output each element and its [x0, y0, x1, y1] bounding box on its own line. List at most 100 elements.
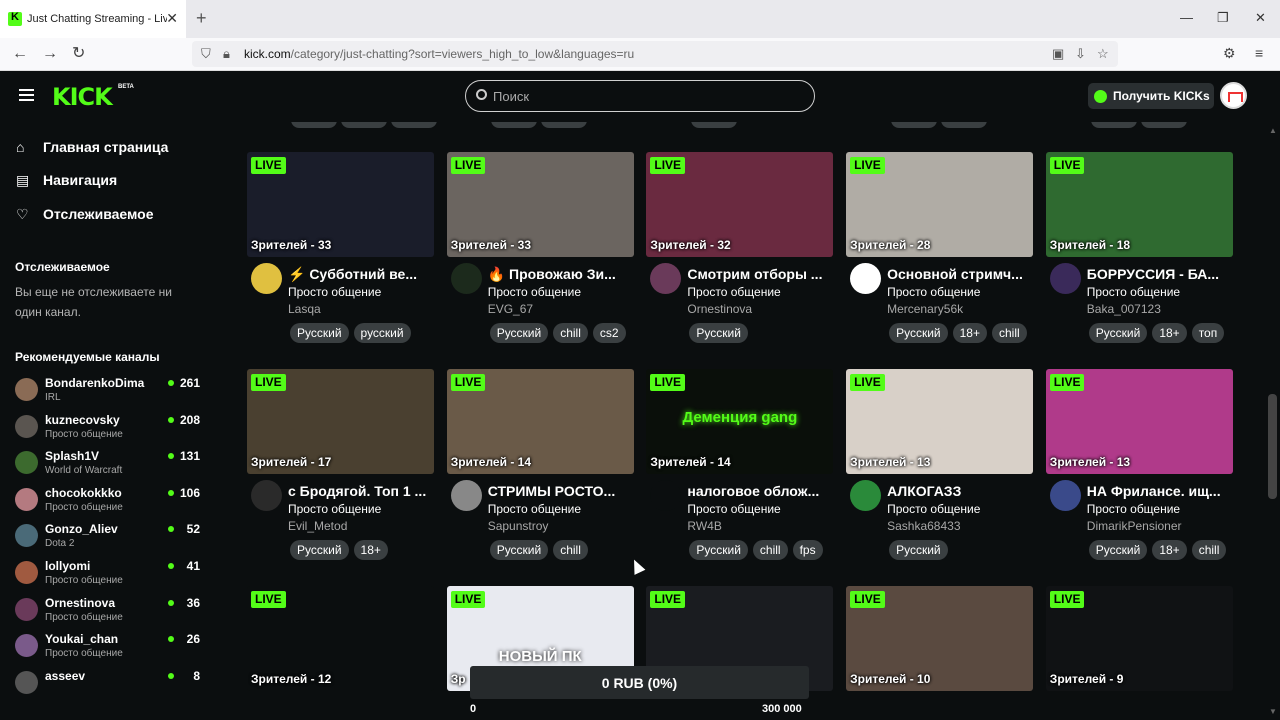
avatar[interactable]	[1049, 480, 1081, 511]
stream-card[interactable]: LIVE Зрителей - 12	[247, 586, 434, 691]
stream-title[interactable]: ⚡ Субботний ве...	[288, 266, 434, 283]
restore-icon[interactable]: ❐	[1217, 10, 1229, 26]
address-bar[interactable]: ⛉ 🔒︎ kick.com/category/just-chatting?sor…	[192, 41, 1118, 67]
recommended-channel[interactable]: asseev 8	[15, 669, 200, 705]
tag-chip[interactable]: Русский	[290, 540, 349, 560]
streamer-name[interactable]: Baka_007123	[1087, 302, 1161, 316]
avatar[interactable]	[850, 480, 882, 511]
hamburger-menu-icon[interactable]	[19, 89, 34, 101]
sidebar-item-browse[interactable]: ▤ Навигация	[16, 170, 117, 190]
stream-card[interactable]: LIVE Зрителей - 28 Основной стримч... Прост…	[846, 152, 1034, 357]
tag-chip[interactable]: chill	[991, 323, 1027, 343]
streamer-name[interactable]: DimarikPensioner	[1087, 519, 1182, 533]
close-tab-icon[interactable]: ✕	[166, 11, 178, 25]
tag-chip[interactable]	[491, 122, 537, 128]
avatar[interactable]	[251, 263, 282, 294]
tag-chip[interactable]	[1141, 122, 1187, 128]
stream-category[interactable]: Просто общение	[1087, 285, 1180, 299]
tag-chip[interactable]	[341, 122, 387, 128]
reload-icon[interactable]: ↻	[72, 44, 85, 64]
search-input[interactable]: Поиск	[465, 80, 815, 112]
tag-chip[interactable]	[1091, 122, 1137, 128]
stream-title[interactable]: БОРРУССИЯ - БА...	[1087, 266, 1233, 282]
stream-card[interactable]: LIVE Зрителей - 13 НА Фрилансе. ищ... Прост…	[1045, 369, 1233, 574]
stream-thumbnail[interactable]: LIVE Зрителей - 13	[1045, 369, 1233, 474]
tag-chip[interactable]: Русский	[1088, 540, 1148, 560]
recommended-channel[interactable]: Gonzo_Aliev Dota 2 52	[15, 522, 200, 558]
stream-title[interactable]: 🔥 Провожаю Зи...	[488, 266, 634, 283]
streamer-name[interactable]: RW4B	[687, 519, 721, 533]
avatar[interactable]	[650, 480, 682, 511]
tag-chip[interactable]	[691, 122, 737, 128]
sidebar-item-following[interactable]: ♡ Отслеживаемое	[16, 204, 154, 224]
tag-chip[interactable]: Русский	[889, 540, 948, 560]
stream-card[interactable]: LIVE Зрителей - 14 СТРИМЫ РОСТО... Просто о…	[446, 369, 634, 574]
tag-chip[interactable]: 18+	[353, 540, 388, 560]
picture-in-picture-icon[interactable]: ▣	[1052, 46, 1064, 62]
bookmark-star-icon[interactable]: ☆	[1097, 46, 1109, 62]
stream-thumbnail[interactable]: LIVE Зрителей - 14	[446, 369, 634, 474]
stream-card[interactable]: LIVE Зрителей - 32 Смотрим отборы ... Прост…	[646, 152, 834, 357]
streamer-name[interactable]: Lasqa	[288, 302, 321, 316]
avatar[interactable]	[1049, 263, 1081, 294]
stream-thumbnail[interactable]: LIVE Зрителей - 32	[646, 152, 834, 257]
tag-chip[interactable]: Русский	[689, 540, 748, 560]
recommended-channel[interactable]: lollyomi Просто общение 41	[15, 559, 200, 595]
tag-chip[interactable]: chill	[553, 540, 588, 560]
streamer-name[interactable]: Mercenary56k	[887, 302, 963, 316]
stream-category[interactable]: Просто общение	[887, 285, 980, 299]
stream-title[interactable]: АЛКОГАЗЗ	[887, 483, 1033, 499]
lock-icon[interactable]: 🔒︎	[223, 46, 230, 62]
save-page-icon[interactable]: ⇩	[1075, 46, 1086, 62]
tag-chip[interactable]: cs2	[592, 323, 626, 343]
stream-card[interactable]: LIVE Зрителей - 18 БОРРУССИЯ - БА... Просто…	[1045, 152, 1233, 357]
stream-card[interactable]: LIVE Деменция gang Зрителей - 14 налоговое …	[646, 369, 834, 574]
streamer-name[interactable]: EVG_67	[488, 302, 533, 316]
stream-thumbnail[interactable]: LIVE Зрителей - 12	[247, 586, 434, 691]
url-text[interactable]: kick.com/category/just-chatting?sort=vie…	[244, 47, 634, 61]
recommended-channel[interactable]: chocokokkko Просто общение 106	[15, 486, 200, 522]
scroll-up-icon[interactable]: ▲	[1269, 126, 1277, 135]
tag-chip[interactable]: 18+	[1152, 540, 1187, 560]
avatar[interactable]	[450, 480, 482, 511]
recommended-channel[interactable]: Ornestinova Просто общение 36	[15, 596, 200, 632]
avatar[interactable]	[251, 480, 282, 511]
stream-category[interactable]: Просто общение	[887, 502, 980, 516]
tag-chip[interactable]	[541, 122, 587, 128]
stream-card[interactable]: LIVE Зрителей - 17 с Бродягой. Топ 1 ... Пр…	[247, 369, 434, 574]
stream-thumbnail[interactable]: LIVE Зрителей - 10	[846, 586, 1034, 691]
page-scrollbar[interactable]: ▲ ▼	[1265, 122, 1280, 720]
tag-chip[interactable]: Русский	[489, 540, 549, 560]
back-icon[interactable]: ←	[12, 44, 28, 64]
scroll-down-icon[interactable]: ▼	[1269, 707, 1277, 716]
stream-card[interactable]: LIVE Зрителей - 10	[846, 586, 1034, 691]
stream-category[interactable]: Просто общение	[687, 502, 780, 516]
menu-icon[interactable]: ≡	[1255, 45, 1263, 61]
stream-card[interactable]: LIVE Зрителей - 9	[1045, 586, 1233, 691]
sidebar-item-home[interactable]: ⌂ Главная страница	[16, 137, 168, 157]
stream-title[interactable]: Основной стримч...	[887, 266, 1033, 282]
tag-chip[interactable]: chill	[553, 323, 588, 343]
minimize-icon[interactable]: —	[1180, 10, 1193, 25]
stream-thumbnail[interactable]: LIVE Зрителей - 17	[247, 369, 434, 474]
stream-category[interactable]: Просто общение	[288, 285, 381, 299]
tag-chip[interactable]: Русский	[1088, 323, 1148, 343]
stream-card[interactable]: LIVE Зрителей - 13 АЛКОГАЗЗ Просто общение S…	[846, 369, 1034, 574]
close-window-icon[interactable]: ✕	[1255, 10, 1266, 26]
user-avatar[interactable]	[1220, 82, 1247, 109]
stream-category[interactable]: Просто общение	[488, 502, 581, 516]
browser-tab[interactable]: Just Chatting Streaming - Live S ✕	[0, 0, 186, 38]
avatar[interactable]	[850, 263, 882, 294]
tag-chip[interactable]: chill	[1191, 540, 1227, 560]
shield-icon[interactable]: ⛉	[201, 46, 211, 62]
tag-chip[interactable]	[391, 122, 437, 128]
tag-chip[interactable]	[291, 122, 337, 128]
stream-thumbnail[interactable]: LIVE Зрителей - 9	[1045, 586, 1233, 691]
streamer-name[interactable]: Evil_Metod	[288, 519, 347, 533]
scroll-thumb[interactable]	[1268, 394, 1277, 499]
recommended-channel[interactable]: BondarenkoDima IRL 261	[15, 376, 200, 412]
recommended-channel[interactable]: kuznecovsky Просто общение 208	[15, 413, 200, 449]
tag-chip[interactable]: 18+	[952, 323, 987, 343]
stream-title[interactable]: с Бродягой. Топ 1 ...	[288, 483, 434, 499]
stream-thumbnail[interactable]: LIVE Зрителей - 33	[446, 152, 634, 257]
